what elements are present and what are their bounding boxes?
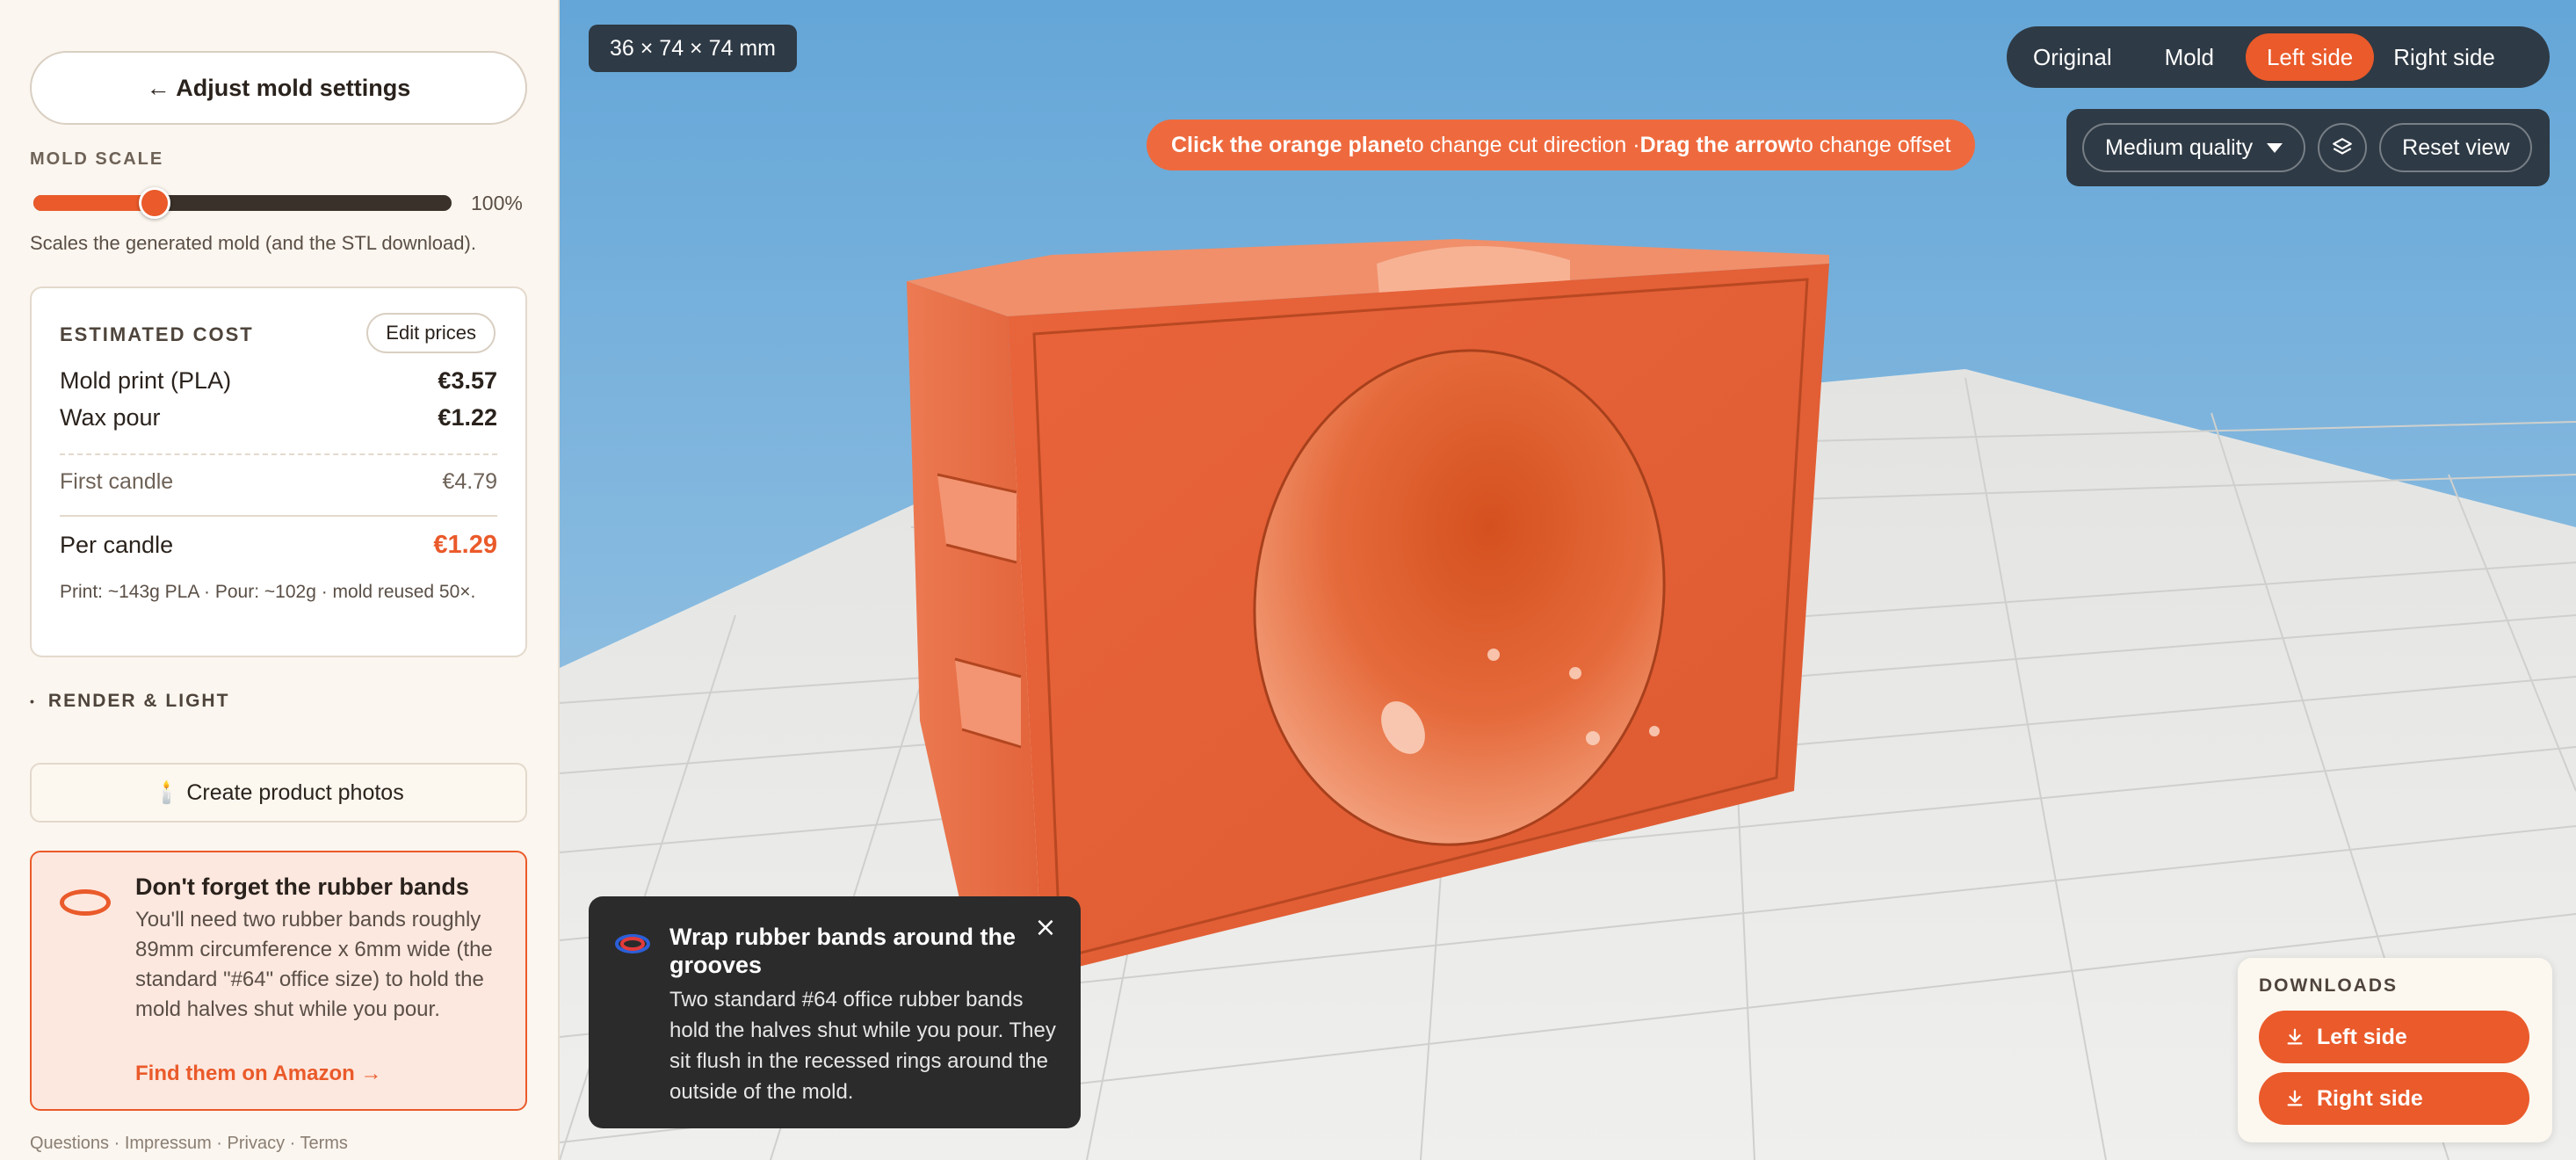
- rubber-band-tip: Wrap rubber bands around the grooves Two…: [589, 896, 1081, 1128]
- estimated-cost-title: ESTIMATED COST: [60, 323, 254, 345]
- hint-part-1: Click the orange plane: [1171, 132, 1406, 157]
- 3d-viewport[interactable]: 36 × 74 × 74 mm Click the orange plane t…: [560, 0, 2576, 1160]
- downloads-label: DOWNLOADS: [2259, 975, 2398, 996]
- cost-row-mold-print: Mold print (PLA) €3.57: [60, 367, 497, 395]
- cost-value: €3.57: [438, 367, 497, 394]
- download-right-side-button[interactable]: Right side: [2259, 1072, 2529, 1125]
- download-left-label: Left side: [2317, 1024, 2407, 1049]
- render-light-toggle[interactable]: • RENDER & LIGHT: [30, 691, 229, 712]
- cost-value: €1.22: [438, 404, 497, 431]
- cut-direction-hint: Click the orange plane to change cut dir…: [1147, 120, 1976, 170]
- create-product-photos-button[interactable]: 🕯️ Create product photos: [30, 763, 527, 823]
- cost-row-wax-pour: Wax pour €1.22: [60, 404, 497, 431]
- download-right-label: Right side: [2317, 1085, 2423, 1111]
- mold-scale-slider-fill: [33, 195, 156, 211]
- layers-icon: [2333, 138, 2352, 155]
- layers-button[interactable]: [2318, 123, 2368, 172]
- downloads-panel: DOWNLOADS Left side Right side: [2238, 958, 2552, 1142]
- rubber-band-icon: [60, 889, 111, 916]
- tip-title: Wrap rubber bands around the grooves: [669, 924, 1017, 978]
- dimensions-badge: 36 × 74 × 74 mm: [589, 25, 798, 72]
- adjust-mold-settings-button[interactable]: ← Adjust mold settings: [30, 51, 527, 125]
- cost-label: Mold print (PLA): [60, 367, 232, 394]
- close-icon[interactable]: ×: [1031, 912, 1060, 943]
- mold-scale-slider-thumb[interactable]: [139, 187, 171, 219]
- download-icon: [2287, 1090, 2303, 1106]
- tab-mold[interactable]: Mold: [2144, 33, 2235, 81]
- quality-select[interactable]: Medium quality: [2082, 123, 2306, 172]
- mold-scale-value: 100%: [471, 192, 523, 214]
- cost-label: First candle: [60, 469, 174, 494]
- hint-part-4: to change offset: [1795, 132, 1951, 157]
- edit-prices-button[interactable]: Edit prices: [366, 313, 496, 353]
- view-tabs: Original Mold Left side Right side: [2007, 26, 2550, 88]
- cost-row-per-candle: Per candle €1.29: [60, 531, 497, 560]
- download-icon: [2287, 1028, 2303, 1045]
- mold-scale-label: MOLD SCALE: [30, 149, 164, 169]
- cost-value: €4.79: [442, 469, 497, 494]
- tab-original[interactable]: Original: [2012, 33, 2133, 81]
- cost-label: Per candle: [60, 532, 174, 558]
- cost-value: €1.29: [433, 531, 497, 559]
- cost-note: Print: ~143g PLA · Pour: ~102g · mold re…: [60, 582, 476, 602]
- chevron-right-icon: •: [30, 694, 36, 708]
- amazon-link[interactable]: Find them on Amazon →: [135, 1062, 381, 1086]
- render-light-label: RENDER & LIGHT: [47, 691, 230, 711]
- footer-links[interactable]: Questions · Impressum · Privacy · Terms: [30, 1134, 348, 1154]
- quality-select-value: Medium quality: [2105, 134, 2254, 160]
- estimated-cost-card: ESTIMATED COST Edit prices Mold print (P…: [30, 286, 527, 657]
- mold-scale-help: Scales the generated mold (and the STL d…: [30, 232, 476, 254]
- tip-text: Two standard #64 office rubber bands hol…: [669, 988, 1056, 1104]
- mold-scale-slider[interactable]: [33, 187, 452, 219]
- chevron-down-icon: [2267, 142, 2283, 153]
- rubber-bands-title: Don't forget the rubber bands: [135, 874, 469, 900]
- download-left-side-button[interactable]: Left side: [2259, 1011, 2529, 1063]
- rubber-band-tip-icon: [615, 934, 650, 953]
- reset-view-button[interactable]: Reset view: [2379, 123, 2533, 172]
- cost-label: Wax pour: [60, 404, 161, 431]
- rubber-bands-text: You'll need two rubber bands roughly 89m…: [135, 908, 493, 1021]
- sidebar: ← Adjust mold settings MOLD SCALE 100% S…: [0, 0, 560, 1160]
- tab-left-side[interactable]: Left side: [2245, 33, 2375, 81]
- cost-divider: [60, 453, 497, 455]
- rubber-bands-card: Don't forget the rubber bands You'll nee…: [30, 851, 527, 1111]
- hint-part-2: to change cut direction ·: [1405, 132, 1640, 157]
- cost-divider: [60, 515, 497, 517]
- viewport-toolbar: Medium quality Reset view: [2066, 109, 2550, 186]
- tab-right-side[interactable]: Right side: [2374, 33, 2504, 81]
- cost-row-first-candle: First candle €4.79: [60, 469, 497, 495]
- hint-part-3: Drag the arrow: [1639, 132, 1796, 157]
